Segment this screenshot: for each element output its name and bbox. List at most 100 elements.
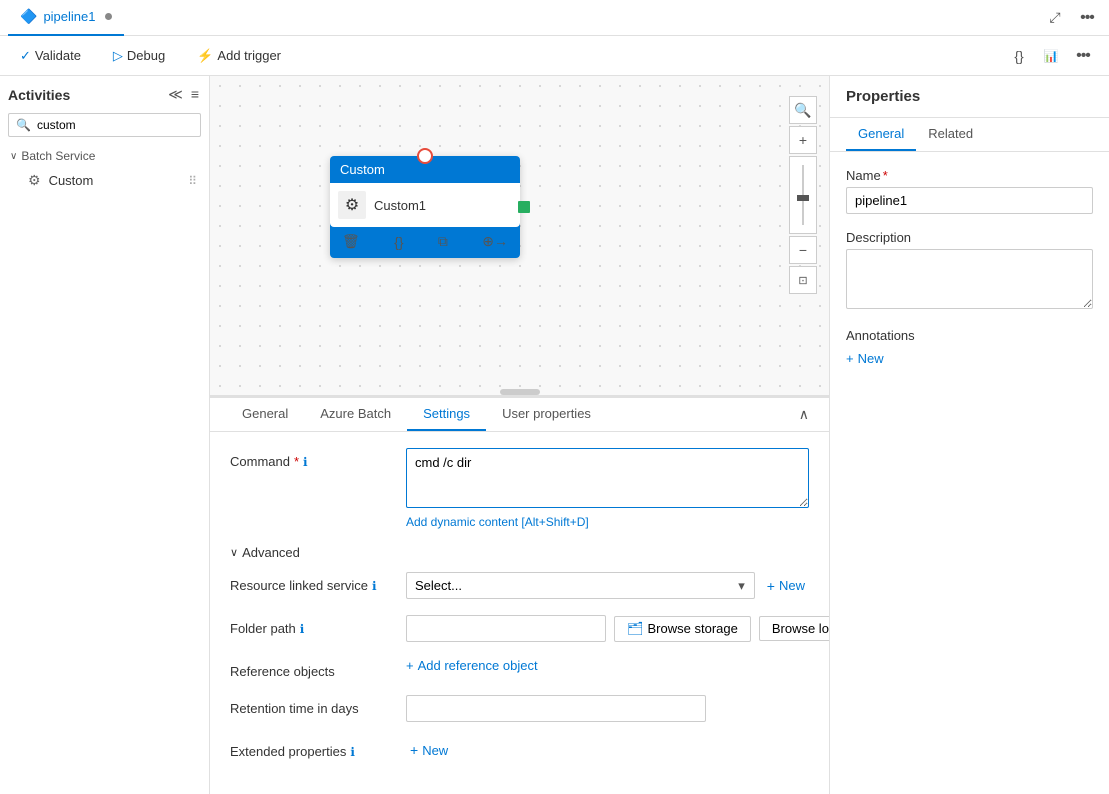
node-container: Custom ⚙ Custom1 🗑 {} ⧉ ⊕→ [330,156,520,258]
add-reference-button[interactable]: + Add reference object [406,658,538,673]
node-title: Custom [340,162,385,177]
arrow-icon[interactable]: ⊕→ [478,231,512,252]
panel-collapse-button[interactable]: ∧ [795,402,813,427]
properties-title: Properties [830,76,1109,118]
sidebar-item-custom[interactable]: ⚙ Custom ⠿ [4,167,205,194]
add-trigger-label: Add trigger [217,48,281,63]
folder-path-label: Folder path ℹ [230,615,390,636]
properties-tab-related[interactable]: Related [916,118,985,151]
canvas-zoom-slider[interactable] [789,156,817,234]
monitor-button[interactable]: 📊 [1037,42,1065,70]
validate-icon: ✓ [20,48,31,64]
batch-service-header[interactable]: ∨ Batch Service [4,145,205,167]
gear-icon: ⚙ [345,195,359,215]
panel-tabs: General Azure Batch Settings User proper… [210,398,829,432]
custom-item-label: Custom [49,173,94,188]
settings-panel: Command * ℹ cmd /c dir Add dynamic conte… [210,432,829,794]
slider-thumb[interactable] [797,195,809,201]
browse-local-button[interactable]: Browse local [759,616,829,641]
plus-icon: + [410,742,418,758]
delete-icon[interactable]: 🗑 [338,231,364,252]
debug-button[interactable]: ▷ Debug [105,44,173,68]
filter-icon[interactable]: ≡ [189,84,201,105]
canvas-zoom-in-button[interactable]: + [789,126,817,154]
folder-path-input[interactable] [406,615,606,642]
reference-objects-row: Reference objects + Add reference object [230,658,809,679]
activity-node[interactable]: Custom ⚙ Custom1 🗑 {} ⧉ ⊕→ [330,156,520,258]
resource-linked-row: Resource linked service ℹ Select... + Ne… [230,572,809,599]
chevron-down-icon: ∨ [10,151,17,162]
add-reference-label: Add reference object [418,658,538,673]
pipeline-tab-label: pipeline1 [43,9,95,24]
retention-label: Retention time in days [230,695,390,716]
extended-props-label: Extended properties ℹ [230,738,390,759]
canvas-zoom-out-button[interactable]: − [789,236,817,264]
bottom-panel: General Azure Batch Settings User proper… [210,395,829,794]
browse-storage-button[interactable]: 🗂 Browse storage [614,616,751,642]
node-name[interactable]: Custom1 [374,198,426,213]
command-required: * [294,454,299,469]
plus-icon: + [846,351,854,366]
properties-tab-general[interactable]: General [846,118,916,151]
command-label: Command * ℹ [230,448,390,469]
canvas[interactable]: Custom ⚙ Custom1 🗑 {} ⧉ ⊕→ [210,76,829,395]
canvas-fit-button[interactable]: ⊡ [789,266,817,294]
search-input[interactable] [8,113,201,137]
collapse-icon[interactable]: ≪ [166,84,185,105]
expand-icon[interactable]: ⤢ [1041,4,1069,32]
main-layout: Activities ≪ ≡ 🔍 ∨ Batch Service ⚙ Custo… [0,76,1109,794]
browse-storage-label: Browse storage [648,621,738,636]
copy-icon[interactable]: ⧉ [434,231,452,252]
description-label: Description [846,230,1093,245]
properties-tabs: General Related [830,118,1109,152]
panel-resize-handle[interactable] [500,389,540,395]
code-icon[interactable]: {} [390,232,407,252]
command-input[interactable]: cmd /c dir [406,448,809,508]
advanced-toggle[interactable]: ∨ Advanced [230,545,809,560]
resource-linked-info-icon[interactable]: ℹ [372,579,377,593]
sidebar-header: Activities ≪ ≡ [0,76,209,113]
extended-new-button[interactable]: + New [406,738,452,762]
description-field: Description [846,230,1093,312]
command-field: cmd /c dir Add dynamic content [Alt+Shif… [406,448,809,529]
canvas-search-button[interactable]: 🔍 [789,96,817,124]
node-actions: 🗑 {} ⧉ ⊕→ [330,227,520,258]
canvas-controls: 🔍 + − ⊡ [789,96,817,294]
dynamic-content-link[interactable]: Add dynamic content [Alt+Shift+D] [406,515,809,529]
code-button[interactable]: {} [1005,42,1033,70]
linked-service-row: Select... + New [406,572,809,599]
folder-path-info-icon[interactable]: ℹ [300,622,305,636]
extended-new-label: New [422,743,448,758]
drag-handle[interactable]: ⠿ [188,174,197,188]
tab-user-properties[interactable]: User properties [486,398,607,431]
plus-icon: + [406,658,414,673]
pipeline-tab[interactable]: 🔷 pipeline1 [8,0,124,36]
trigger-icon: ⚡ [197,48,213,64]
annotations-new-button[interactable]: + New [846,351,1093,366]
slider-track [802,165,804,225]
retention-input[interactable] [406,695,706,722]
more-options-icon[interactable]: ••• [1073,4,1101,32]
node-body: ⚙ Custom1 [330,183,520,227]
batch-service-label: Batch Service [21,149,95,163]
pipeline-icon: 🔷 [20,8,37,25]
validate-button[interactable]: ✓ Validate [12,44,89,68]
node-right-connector[interactable] [518,201,530,213]
resource-new-button[interactable]: + New [763,574,809,598]
resource-new-label: New [779,578,805,593]
sidebar-group-batch: ∨ Batch Service ⚙ Custom ⠿ [0,145,209,194]
tab-azure-batch[interactable]: Azure Batch [304,398,407,431]
command-info-icon[interactable]: ℹ [303,455,308,469]
add-trigger-button[interactable]: ⚡ Add trigger [189,44,289,68]
node-top-connector[interactable] [417,148,433,164]
description-input[interactable] [846,249,1093,309]
resource-linked-select[interactable]: Select... [406,572,755,599]
extended-props-info-icon[interactable]: ℹ [350,745,355,759]
debug-label: Debug [127,48,165,63]
advanced-label: Advanced [242,545,300,560]
advanced-chevron-icon: ∨ [230,546,238,559]
name-input[interactable] [846,187,1093,214]
tab-settings[interactable]: Settings [407,398,486,431]
tab-general[interactable]: General [226,398,304,431]
more-toolbar-icon[interactable]: ••• [1069,42,1097,70]
